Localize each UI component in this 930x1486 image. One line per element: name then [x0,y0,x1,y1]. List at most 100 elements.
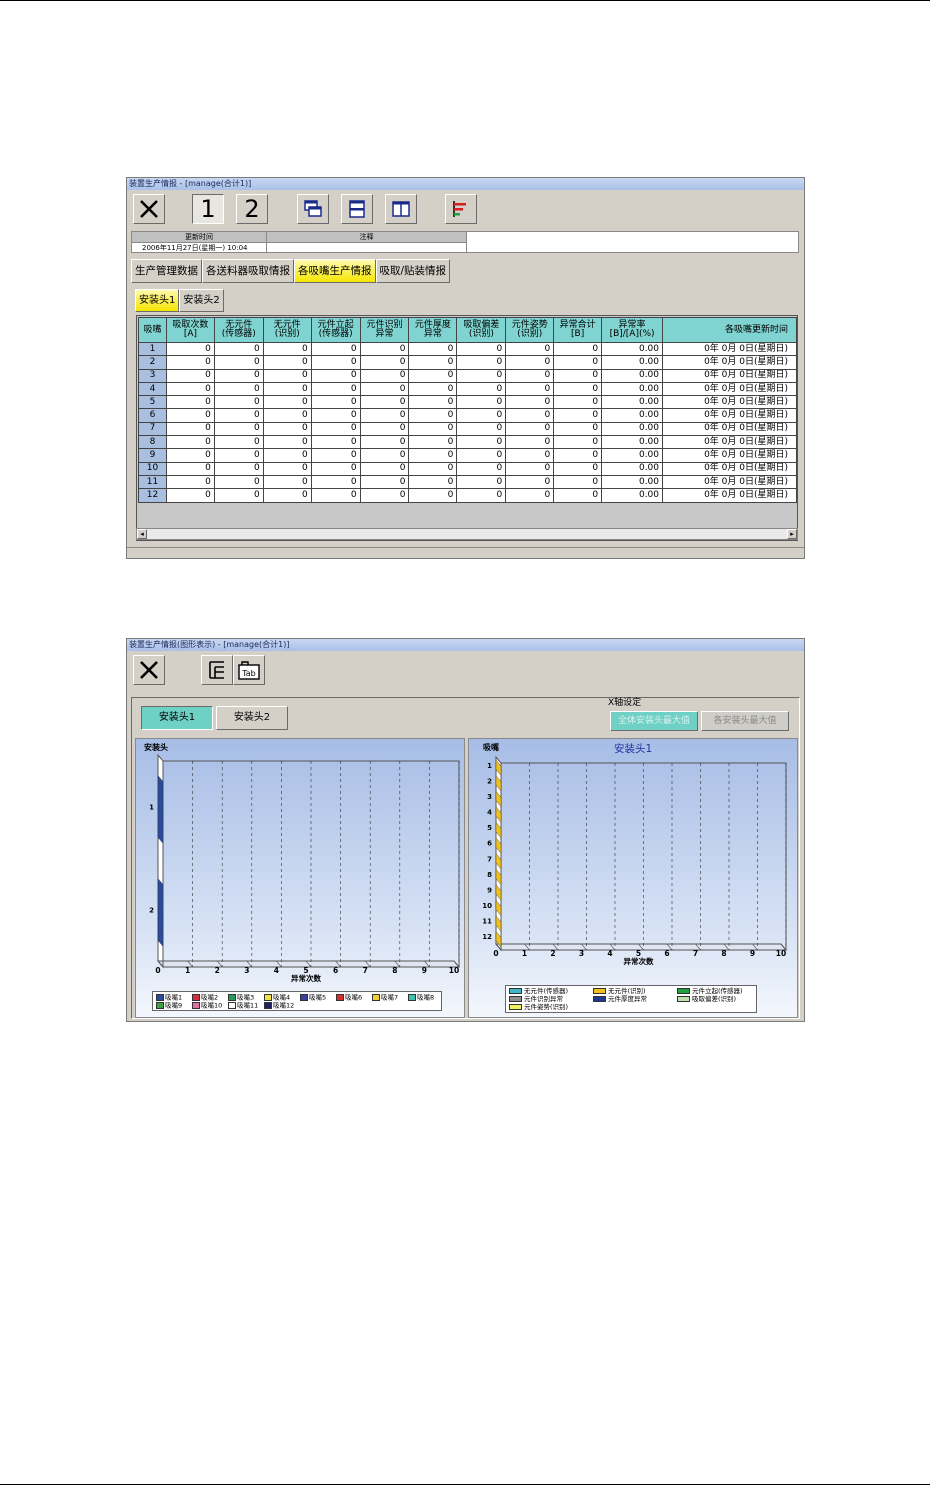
subtab-head2[interactable]: 安装头2 [179,289,224,312]
tab-nozzle-production[interactable]: 各吸嘴生产情报 [294,259,376,283]
cascade-windows-button[interactable] [297,194,329,224]
table-cell: 0 [310,368,361,383]
x-tick-label: 0 [155,966,160,975]
table-cell: 0 [553,395,603,410]
table-cell: 0 [213,395,264,410]
table-cell: 0 [262,461,312,476]
x-tick-label: 7 [693,949,698,958]
table-cell: 0 [408,355,458,370]
tab-production-data[interactable]: 生产管理数据 [131,259,202,283]
legend-label: 吸嘴1 [165,993,183,1002]
table-row[interactable]: 8 0 0 0 0 0 0 0 0 0 0.00 0年 0月 0日(星期日) [138,435,797,450]
y-category-label: 12 [482,933,492,941]
table-cell: 0 [213,421,264,437]
table-cell: 0 [553,368,603,383]
tab-view-button[interactable]: Tab [233,655,265,685]
tab-pickup-mount[interactable]: 吸取/贴装情报 [375,259,451,283]
col-no-part-sensor-header: 无元件 (传感器) [213,317,264,343]
table-row[interactable]: 9 0 0 0 0 0 0 0 0 0 0.00 0年 0月 0日(星期日) [138,448,797,463]
table-cell: 0年 0月 0日(星期日) [662,461,797,476]
tile-horizontal-button[interactable] [341,194,373,224]
table-row[interactable]: 2 0 0 0 0 0 0 0 0 0 0.00 0年 0月 0日(星期日) [138,355,797,370]
table-cell: 0 [553,355,603,370]
table-cell: 0 [165,421,215,437]
close-button[interactable] [133,655,165,685]
table-cell: 0.00 [601,421,664,437]
legend-item: 吸嘴5 [300,994,326,1002]
scroll-right-arrow[interactable]: ▸ [787,529,797,539]
table-row[interactable]: 11 0 0 0 0 0 0 0 0 0 0.00 0年 0月 0日(星期日) [138,474,797,490]
table-cell: 0 [505,381,555,397]
each-head-max-button[interactable]: 各安装头最大值 [701,711,789,731]
all-heads-max-button[interactable]: 全体安装头最大值 [610,711,698,731]
table-row[interactable]: 4 0 0 0 0 0 0 0 0 0 0.00 0年 0月 0日(星期日) [138,381,797,397]
col-nozzle-header: 吸嘴 [138,317,167,343]
table-cell: 0 [505,474,555,490]
table-row[interactable]: 1 0 0 0 0 0 0 0 0 0 0.00 0年 0月 0日(星期日) [138,341,797,357]
table-cell: 0 [359,488,410,503]
table-cell: 0 [359,435,410,450]
tree-view-button[interactable] [201,655,233,685]
x-tick-label: 1 [185,966,190,975]
nozzle-table: 吸嘴 吸取次数 [A] 无元件 (传感器) 无元件 (识别) 元件立起 (传感器) 元件识… [138,317,797,503]
row-header-cell: 8 [138,435,167,450]
toolbar: 1 2 [127,190,804,230]
tile-vertical-button[interactable] [385,194,417,224]
table-row[interactable]: 6 0 0 0 0 0 0 0 0 0 0.00 0年 0月 0日(星期日) [138,408,797,423]
table-cell: 0 [359,381,410,397]
table-cell: 0 [165,461,215,476]
table-cell: 0 [456,461,507,476]
table-cell: 0 [505,448,555,463]
table-cell: 0 [553,488,603,503]
graph-view-button[interactable] [445,194,477,224]
table-cell: 0 [165,368,215,383]
table-cell: 0 [310,381,361,397]
table-row[interactable]: 7 0 0 0 0 0 0 0 0 0 0.00 0年 0月 0日(星期日) [138,421,797,437]
table-cell: 0 [553,421,603,437]
window-title: 装置生产情报 - [manage(合计1)] [127,178,804,190]
table-row[interactable]: 10 0 0 0 0 0 0 0 0 0 0.00 0年 0月 0日(星期日) [138,461,797,476]
table-cell: 0 [310,474,361,490]
table-cell: 0 [408,488,458,503]
table-cell: 0 [456,408,507,423]
tab-feeder-pickup[interactable]: 各送料器吸取情报 [202,259,294,283]
x-tick-label: 6 [333,966,338,975]
table-cell: 0 [262,448,312,463]
table-row[interactable]: 5 0 0 0 0 0 0 0 0 0 0.00 0年 0月 0日(星期日) [138,395,797,410]
table-row[interactable]: 3 0 0 0 0 0 0 0 0 0 0.00 0年 0月 0日(星期日) [138,368,797,383]
table-cell: 0 [213,341,264,357]
table-row[interactable]: 12 0 0 0 0 0 0 0 0 0 0.00 0年 0月 0日(星期日) [138,488,797,503]
table-cell: 0 [165,435,215,450]
close-button[interactable] [133,194,165,224]
y-category-label: 4 [487,809,492,817]
table-cell: 0 [310,395,361,410]
status-bar [127,547,804,558]
scroll-left-arrow[interactable]: ◂ [137,529,147,539]
horizontal-scrollbar[interactable]: ◂ ▸ [136,528,798,540]
table-cell: 0 [262,435,312,450]
legend-label: 吸嘴9 [165,1001,183,1010]
col-recog-error-header: 元件识别 异常 [359,317,410,343]
head2-button[interactable]: 2 [236,194,268,224]
row-header-cell: 10 [138,461,167,476]
x-tick-label: 3 [579,949,584,958]
table-cell: 0年 0月 0日(星期日) [662,381,797,397]
row-header-cell: 11 [138,474,167,490]
production-graph-window: 装置生产情报(图形表示) - [manage(合计1)] Tab 安装头1 安装… [126,638,805,1022]
head2-button[interactable]: 安装头2 [216,706,288,730]
table-cell: 0 [456,341,507,357]
svg-text:Tab: Tab [241,669,256,678]
head1-button[interactable]: 1 [192,194,224,224]
table-cell: 0年 0月 0日(星期日) [662,355,797,370]
table-cell: 0 [213,381,264,397]
table-cell: 0 [165,381,215,397]
legend-swatch [300,994,308,1001]
x-tick-label: 6 [664,949,669,958]
y-category-label: 1 [149,804,154,812]
col-error-total-header: 异常合计 [B] [553,317,603,343]
subtab-head1[interactable]: 安装头1 [135,289,180,312]
legend-swatch [192,994,200,1001]
table-cell: 0 [408,368,458,383]
head1-button[interactable]: 安装头1 [141,706,213,730]
table-cell: 0 [213,461,264,476]
